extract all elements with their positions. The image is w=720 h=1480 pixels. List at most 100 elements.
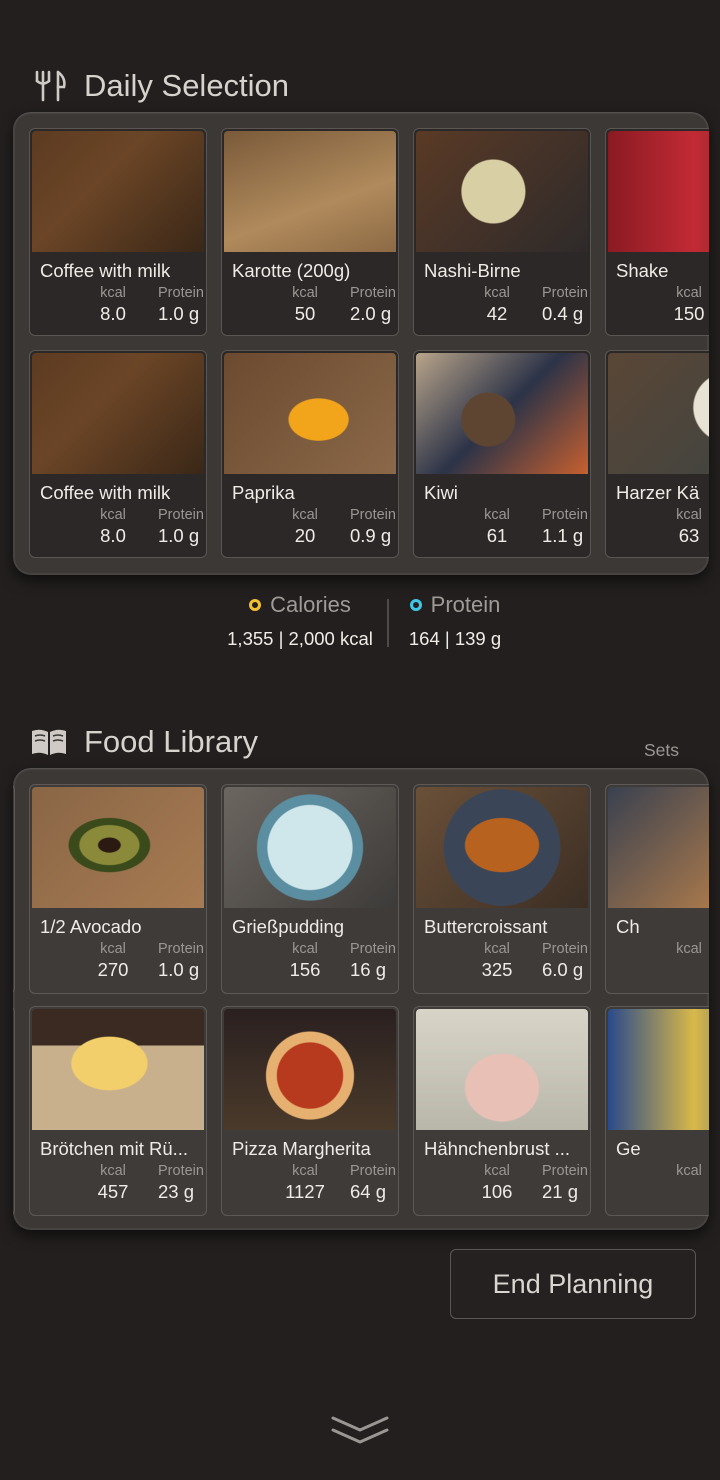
food-card[interactable]: 1/2 Avocado kcal 270 Protein 1.0 g (29, 784, 207, 994)
kcal-stat: kcal (608, 941, 709, 959)
protein-label: Protein (542, 507, 588, 523)
kcal-label: kcal (100, 941, 126, 957)
kcal-label: kcal (484, 507, 510, 523)
protein-label: Protein (542, 285, 588, 301)
protein-value: 0.4 g (542, 303, 584, 324)
food-card[interactable]: Paprika kcal 20 Protein 0.9 g (221, 350, 399, 558)
protein-stat: Protein 0.4 g (542, 285, 588, 325)
kcal-stat: kcal 8.0 (32, 507, 144, 547)
food-photo (416, 787, 588, 908)
protein-label: Protein (158, 1163, 204, 1179)
calories-dot-icon (249, 599, 262, 611)
kcal-stat: kcal 156 (224, 941, 336, 981)
food-card[interactable]: Ge kcalProtein (605, 1006, 709, 1216)
food-card[interactable]: Kiwi kcal 61 Protein 1.1 g (413, 350, 591, 558)
food-stats: kcal 8.0 Protein 1.0 g (32, 285, 204, 325)
kcal-stat: kcal 457 (32, 1163, 144, 1203)
protein-value: 64 g (350, 1181, 387, 1202)
food-name: 1/2 Avocado (40, 916, 142, 937)
kcal-stat: kcal 325 (416, 941, 528, 981)
food-card[interactable]: gel (...teing (13, 1006, 15, 1216)
library-row: gel (...teing Brötchen mit Rü... kcal 457 Pr… (13, 1006, 709, 1216)
food-card[interactable]: Coffee with milk kcal 8.0 Protein 1.0 g (29, 128, 207, 336)
protein-summary: Protein 164 | 139 g (400, 592, 510, 650)
food-library-panel[interactable]: enteing 1/2 Avocado kcal 270 Protein 1.0 g Gri… (13, 768, 709, 1230)
food-stats: kcal 156 Protein 16 g (224, 941, 396, 981)
food-card[interactable]: Shakekcal150Protein (605, 128, 709, 336)
kcal-value: 8.0 (100, 303, 126, 324)
kcal-value: 42 (486, 303, 508, 324)
kcal-value: 61 (486, 525, 508, 546)
kcal-label: kcal (676, 285, 702, 301)
food-name: Ge (616, 1138, 641, 1159)
protein-stat: Protein 1.0 g (158, 285, 204, 325)
food-card[interactable]: Coffee with milk kcal 8.0 Protein 1.0 g (29, 350, 207, 558)
food-stats: kcal 61 Protein 1.1 g (416, 507, 588, 547)
double-chevron-down-icon[interactable] (330, 1412, 390, 1452)
kcal-value: 270 (97, 959, 129, 980)
calories-summary: Calories 1,355 | 2,000 kcal (210, 592, 390, 650)
food-card[interactable]: Brötchen mit Rü... kcal 457 Protein 23 g (29, 1006, 207, 1216)
daily-selection-panel[interactable]: Coffee with milk kcal 8.0 Protein 1.0 g Karot… (13, 112, 709, 575)
calories-value: 1,355 | 2,000 kcal (227, 628, 373, 649)
food-name: Brötchen mit Rü... (40, 1138, 189, 1159)
protein-value: 164 | 139 g (408, 628, 502, 649)
kcal-stat: kcal (608, 1163, 709, 1181)
kcal-value: 150 (673, 303, 705, 324)
kcal-label: kcal (100, 507, 126, 523)
food-photo (224, 1009, 396, 1130)
protein-value: 6.0 g (542, 959, 584, 980)
protein-stat: Protein 21 g (542, 1163, 588, 1203)
food-name: Hähnchenbrust ... (424, 1138, 571, 1159)
kcal-value: 106 (481, 1181, 513, 1202)
kcal-label: kcal (676, 1163, 702, 1179)
food-name: Coffee with milk (40, 482, 171, 503)
food-card[interactable]: Hähnchenbrust ... kcal 106 Protein 21 g (413, 1006, 591, 1216)
protein-stat: Protein 1.1 g (542, 507, 588, 547)
kcal-stat: kcal 63 (608, 507, 709, 547)
protein-stat: Protein 2.0 g (350, 285, 396, 325)
protein-label: Protein (542, 1163, 588, 1179)
food-card[interactable]: Ch kcalProtein (605, 784, 709, 994)
food-stats: kcal 270 Protein 1.0 g (32, 941, 204, 981)
protein-value: 2.0 g (350, 303, 392, 324)
summary-divider (387, 599, 389, 647)
kcal-stat: kcal 270 (32, 941, 144, 981)
food-name: Kiwi (424, 482, 458, 503)
food-stats: kcal 325 Protein 6.0 g (416, 941, 588, 981)
kcal-label: kcal (484, 1163, 510, 1179)
protein-value: 23 g (158, 1181, 195, 1202)
kcal-stat: kcal 1127 (224, 1163, 336, 1203)
protein-value: 1.1 g (542, 525, 584, 546)
kcal-value: 1127 (285, 1181, 325, 1202)
food-stats: kcalProtein (608, 1163, 709, 1181)
food-card[interactable]: enteing (13, 784, 15, 994)
sets-link[interactable]: Sets (644, 740, 679, 761)
end-planning-button[interactable]: End Planning (450, 1249, 696, 1319)
protein-label: Protein (350, 285, 396, 301)
protein-stat: Protein 1.0 g (158, 507, 204, 547)
food-name: Shake (616, 260, 669, 281)
food-photo (608, 131, 709, 252)
kcal-value: 457 (97, 1181, 129, 1202)
calories-label: Calories (270, 592, 351, 617)
kcal-label: kcal (292, 285, 318, 301)
kcal-stat: kcal 8.0 (32, 285, 144, 325)
protein-label: Protein (158, 507, 204, 523)
food-card[interactable]: Grießpudding kcal 156 Protein 16 g (221, 784, 399, 994)
food-card[interactable]: Harzer Käkcal63Protein (605, 350, 709, 558)
food-stats: kcal 457 Protein 23 g (32, 1163, 204, 1203)
food-photo (32, 131, 204, 252)
food-card[interactable]: Buttercroissant kcal 325 Protein 6.0 g (413, 784, 591, 994)
food-card[interactable]: Karotte (200g) kcal 50 Protein 2.0 g (221, 128, 399, 336)
food-photo (608, 787, 709, 908)
food-photo (32, 787, 204, 908)
protein-stat: Protein 0.9 g (350, 507, 396, 547)
food-card[interactable]: Pizza Margherita kcal 1127 Protein 64 g (221, 1006, 399, 1216)
food-card[interactable]: Nashi-Birne kcal 42 Protein 0.4 g (413, 128, 591, 336)
protein-stat: Protein 64 g (350, 1163, 396, 1203)
daily-row: Coffee with milk kcal 8.0 Protein 1.0 g Karot… (29, 128, 709, 336)
protein-stat: Protein 1.0 g (158, 941, 204, 981)
protein-label: Protein (158, 285, 204, 301)
food-stats: kcal 42 Protein 0.4 g (416, 285, 588, 325)
